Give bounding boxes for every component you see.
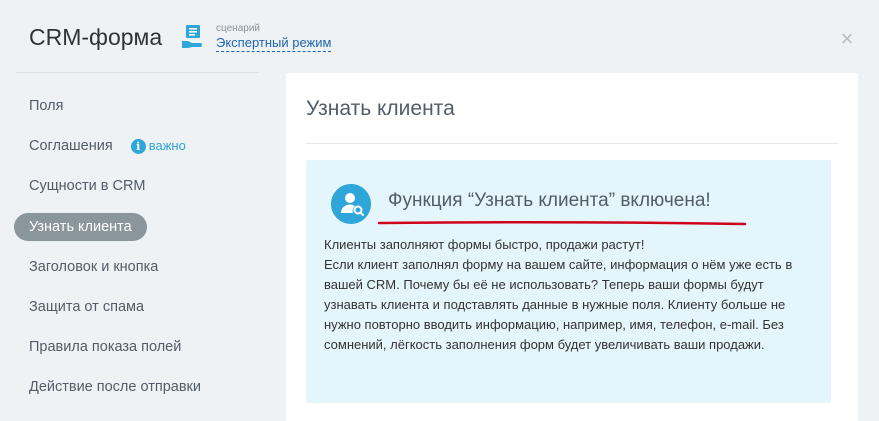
user-search-icon (331, 184, 371, 224)
info-description: Клиенты заполняют формы быстро, продажи … (324, 235, 804, 355)
sidebar-item-label: Заголовок и кнопка (29, 259, 159, 275)
sidebar-item-label: Сущности в CRM (29, 178, 146, 194)
important-badge[interactable]: i важно (130, 132, 186, 160)
sidebar-item-label: Поля (29, 98, 64, 114)
sidebar-item-label: Правила показа полей (29, 339, 182, 355)
info-heading: Функция “Узнать клиента” включена! (388, 190, 711, 211)
sidebar-item-crm-entities[interactable]: Сущности в CRM (14, 172, 161, 200)
header-divider (16, 72, 259, 73)
sidebar-item-agreements[interactable]: Соглашения i важно (14, 132, 201, 160)
scenario-selector[interactable]: сценарий Экспертный режим (180, 22, 332, 52)
scenario-value-link[interactable]: Экспертный режим (216, 35, 332, 52)
sidebar-item-after-submit[interactable]: Действие после отправки (14, 373, 216, 401)
page-title: CRM-форма (29, 24, 163, 50)
info-paragraph: Клиенты заполняют формы быстро, продажи … (324, 237, 645, 252)
scenario-caption: сценарий (216, 22, 260, 34)
info-icon: i (130, 138, 146, 154)
important-badge-label: важно (148, 138, 186, 154)
section-divider (306, 143, 838, 144)
main-panel: Узнать клиента Функция “Узнать клиента” … (286, 73, 858, 421)
sidebar-item-label: Действие после отправки (29, 379, 202, 395)
info-box: Функция “Узнать клиента” включена! Клиен… (306, 160, 831, 403)
scenario-text: сценарий Экспертный режим (216, 22, 332, 52)
red-underline-annotation (377, 220, 747, 226)
sidebar-item-fields[interactable]: Поля (14, 92, 78, 120)
sidebar-item-label: Узнать клиента (29, 219, 132, 235)
info-paragraph: Если клиент заполнял форму на вашем сайт… (324, 257, 793, 352)
sidebar-item-spam-protection[interactable]: Защита от спама (14, 293, 159, 321)
header: CRM-форма сценарий Экспертный режим × (0, 0, 879, 72)
hand-document-icon (182, 25, 202, 48)
close-icon[interactable]: × (836, 28, 858, 50)
sidebar-item-recognize-client[interactable]: Узнать клиента (14, 213, 147, 241)
sidebar-item-field-rules[interactable]: Правила показа полей (14, 333, 196, 361)
section-title: Узнать клиента (306, 97, 455, 120)
sidebar-item-header-button[interactable]: Заголовок и кнопка (14, 253, 173, 281)
sidebar-item-label: Защита от спама (29, 299, 145, 315)
sidebar-item-label: Соглашения (29, 138, 113, 154)
